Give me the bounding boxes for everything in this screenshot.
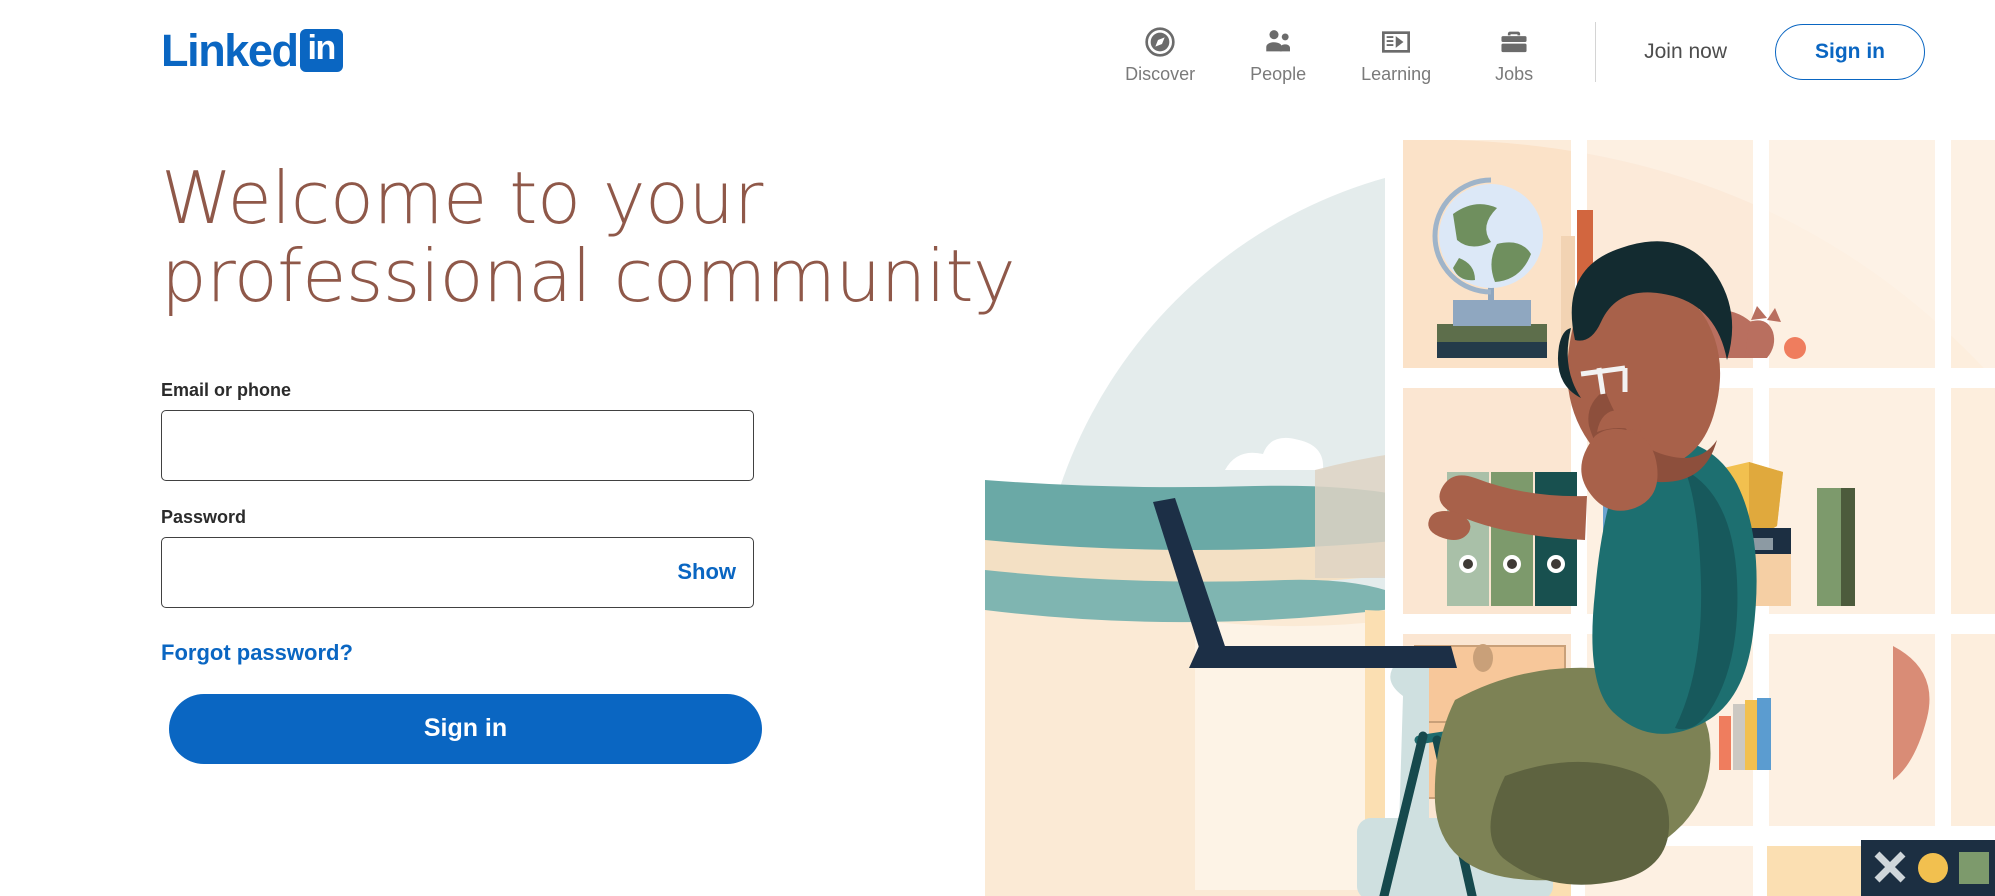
nav-label-discover: Discover	[1125, 64, 1196, 85]
nav-items: Discover People Learning Jobs	[1101, 18, 1573, 86]
linkedin-logo[interactable]: Linked in	[161, 26, 343, 74]
sign-in-submit-button[interactable]: Sign in	[169, 693, 762, 764]
nav-item-discover[interactable]: Discover	[1101, 18, 1219, 86]
hero-illustration	[985, 140, 1995, 896]
logo-badge-icon: in	[299, 28, 343, 72]
password-label: Password	[161, 506, 247, 527]
page-header: Linked in Discover People Learning Jobs …	[0, 0, 1995, 104]
nav-label-learning: Learning	[1361, 64, 1432, 85]
nav-item-people[interactable]: People	[1219, 18, 1337, 86]
page-title: Welcome to your professional community	[161, 159, 1016, 318]
learning-video-icon	[1380, 24, 1412, 60]
show-password-button[interactable]: Show	[677, 559, 736, 585]
compass-icon	[1144, 24, 1176, 60]
password-input[interactable]	[161, 536, 754, 608]
nav-item-jobs[interactable]: Jobs	[1455, 18, 1573, 86]
header-sign-in-button[interactable]: Sign in	[1775, 23, 1925, 81]
nav-item-learning[interactable]: Learning	[1337, 18, 1455, 86]
join-now-link[interactable]: Join now	[1622, 26, 1749, 78]
nav-label-people: People	[1250, 64, 1307, 85]
password-input-wrap: Show	[161, 536, 754, 608]
email-field-group: Email or phone	[161, 380, 781, 481]
logo-wordmark: Linked	[161, 24, 299, 76]
password-field-group: Password Show	[161, 507, 781, 608]
headline-line-2: professional community	[161, 233, 1016, 318]
people-icon	[1262, 24, 1294, 60]
email-label: Email or phone	[161, 379, 292, 400]
forgot-password-link[interactable]: Forgot password?	[161, 640, 353, 666]
login-panel: Welcome to your professional community E…	[161, 159, 1016, 764]
briefcase-icon	[1498, 24, 1530, 60]
logo-badge-text: in	[307, 29, 337, 67]
email-input-wrap	[161, 409, 754, 481]
linkedin-login-page: Linked in Discover People Learning Jobs …	[0, 0, 1995, 896]
email-input[interactable]	[161, 409, 754, 481]
nav-label-jobs: Jobs	[1495, 64, 1534, 85]
header-nav: Discover People Learning Jobs Join now S…	[1101, 8, 1925, 96]
headline-line-1: Welcome to your	[161, 156, 763, 240]
header-divider	[1595, 22, 1597, 82]
